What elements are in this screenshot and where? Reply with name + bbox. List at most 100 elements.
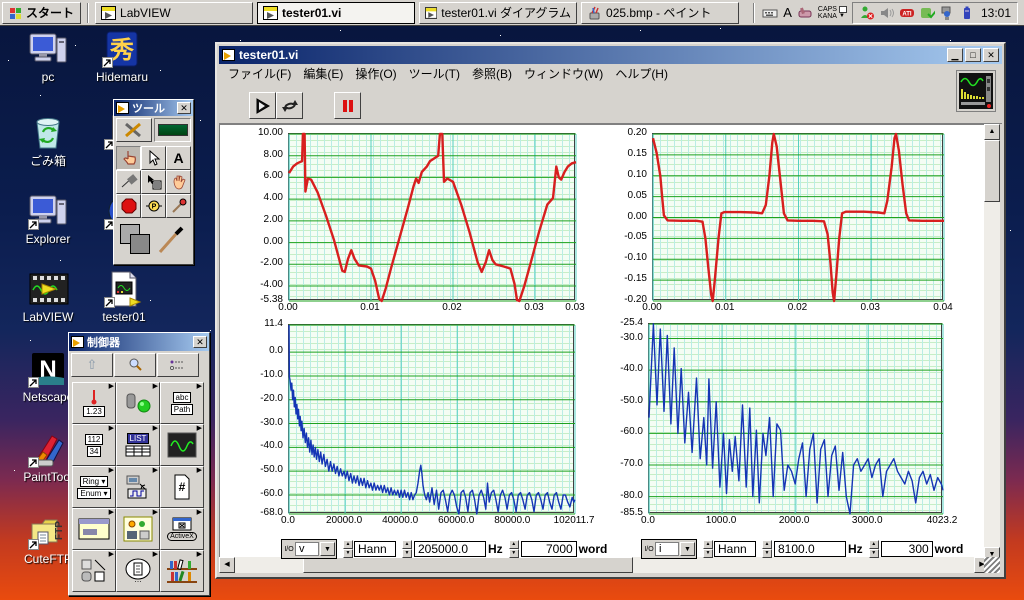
ati-icon[interactable]: ATI xyxy=(899,5,915,21)
menu-item-6[interactable]: ウィンドウ(W) xyxy=(519,63,608,84)
sample-rate-left[interactable]: 205000.0 xyxy=(414,541,486,557)
channel-value-right[interactable]: i xyxy=(655,542,679,556)
pcmcia-icon[interactable] xyxy=(919,5,935,21)
desktop-icon-explorer[interactable]: Explorer xyxy=(14,192,82,246)
task-button-4[interactable]: 025.bmp - ペイント xyxy=(581,1,740,24)
run-button[interactable] xyxy=(249,92,276,119)
containers-controls-button[interactable]: ▶ xyxy=(72,508,116,550)
probe-tool-button[interactable]: P xyxy=(141,194,166,218)
minimize-button[interactable]: ▁ xyxy=(947,48,963,62)
window-titlebar[interactable]: tester01.vi ▁ □ ✕ xyxy=(219,46,1002,64)
position-tool-button[interactable] xyxy=(141,146,166,170)
menu-item-5[interactable]: 参照(B) xyxy=(467,63,517,84)
classic-controls-button[interactable]: ▶ xyxy=(116,508,160,550)
window-spinner-right[interactable]: ▲ ▼ xyxy=(703,540,713,558)
maximize-button[interactable]: □ xyxy=(965,48,981,62)
y-tick-label: -5.38 xyxy=(260,294,283,305)
start-button[interactable]: スタート xyxy=(2,1,82,24)
channel-selector-left[interactable]: I/O v ▼ xyxy=(281,539,337,559)
channel-value-left[interactable]: v xyxy=(295,542,319,556)
color-copy-tool-button[interactable] xyxy=(166,194,191,218)
menu-item-4[interactable]: ツール(T) xyxy=(404,63,465,84)
scroll-left-button[interactable]: ◀ xyxy=(219,557,235,573)
task-button-1[interactable]: LabVIEW xyxy=(95,1,254,24)
pause-button[interactable] xyxy=(334,92,361,119)
graph-controls-button[interactable]: ▶ xyxy=(160,424,204,466)
select-control-button[interactable]: ▶ xyxy=(160,550,204,592)
menu-item-7[interactable]: ヘルプ(H) xyxy=(610,63,673,84)
sample-rate-right[interactable]: 8100.0 xyxy=(774,541,846,557)
ring-enum-controls-button[interactable]: ▶ Ring ▾ Enum ▾ xyxy=(72,466,116,508)
window-spinner-left[interactable]: ▲ ▼ xyxy=(343,540,353,558)
palette-search-button[interactable] xyxy=(114,353,156,377)
close-button[interactable]: ✕ xyxy=(983,48,999,62)
channel-dropdown-left[interactable]: ▼ xyxy=(320,542,335,556)
channel-selector-right[interactable]: I/O i ▼ xyxy=(641,539,697,559)
task-button-2[interactable]: tester01.vi xyxy=(257,1,416,24)
vertical-scrollbar[interactable]: ▲ ▼ xyxy=(984,124,1000,563)
desktop-icon-hidemaru[interactable]: 秀 Hidemaru xyxy=(88,30,156,84)
y-tick-label: 11.4 xyxy=(264,318,283,329)
tools-palette-close-button[interactable]: ✕ xyxy=(177,102,191,114)
user-controls-button[interactable]: ▶ … xyxy=(116,550,160,592)
rate-spinner-left[interactable]: ▲ ▼ xyxy=(402,540,412,558)
task-label: LabVIEW xyxy=(120,5,171,20)
volume-icon[interactable] xyxy=(879,5,895,21)
sample-count-right[interactable]: 300 xyxy=(880,541,933,557)
menu-item-3[interactable]: 操作(O) xyxy=(350,63,401,84)
label-tool-button[interactable]: A xyxy=(166,146,191,170)
scroll-up-button[interactable]: ▲ xyxy=(984,124,1000,140)
wire-tool-button[interactable] xyxy=(116,170,141,194)
auto-tool-button[interactable] xyxy=(116,118,152,142)
samples-spinner-left[interactable]: ▲ ▼ xyxy=(508,540,519,558)
run-continuous-button[interactable] xyxy=(276,92,303,119)
status-offline-icon[interactable] xyxy=(859,5,875,21)
refnum-controls-button[interactable]: ▶ # xyxy=(160,466,204,508)
controls-palette-titlebar[interactable]: 制御器 ✕ xyxy=(69,333,209,351)
numeric-controls-button[interactable]: ▶ 1.23 xyxy=(72,382,116,424)
vertical-scroll-thumb[interactable] xyxy=(984,140,1000,202)
samples-spinner-right[interactable]: ▲ ▼ xyxy=(868,540,879,558)
window-function-left[interactable]: Hann xyxy=(354,541,396,557)
battery-icon[interactable] xyxy=(959,5,975,21)
io-controls-button[interactable]: ▶ xyxy=(116,466,160,508)
desktop-icon-pc[interactable]: pc xyxy=(14,30,82,84)
array-cluster-controls-button[interactable]: ▶ 112 34 xyxy=(72,424,116,466)
palette-up-button[interactable]: ⇧ xyxy=(71,353,113,377)
sample-count-left[interactable]: 7000 xyxy=(520,541,577,557)
breakpoint-tool-button[interactable] xyxy=(116,194,141,218)
menu-tool-button[interactable] xyxy=(141,170,166,194)
activex-controls-button[interactable]: ▶ ActiveX xyxy=(160,508,204,550)
paintbrush-icon[interactable] xyxy=(156,224,186,256)
vi-icon[interactable] xyxy=(956,70,996,112)
taskbar-clock[interactable]: 13:01 xyxy=(979,6,1011,20)
desktop-icon--[interactable]: ごみ箱 xyxy=(14,112,82,169)
list-table-controls-button[interactable]: ▶ LIST xyxy=(116,424,160,466)
ime-palette-icon[interactable] xyxy=(797,5,813,21)
palette-options-button[interactable] xyxy=(157,353,199,377)
keyboard-icon[interactable] xyxy=(762,5,778,21)
task-button-3[interactable]: tester01.vi ダイアグラム xyxy=(419,1,578,24)
rate-spinner-right[interactable]: ▲ ▼ xyxy=(762,540,772,558)
window-function-right[interactable]: Hann xyxy=(714,541,756,557)
desktop-icon-tester01[interactable]: tester01 xyxy=(90,270,158,324)
background-color-swatch[interactable] xyxy=(130,234,150,254)
wrench-screwdriver-icon xyxy=(125,122,141,138)
scroll-tool-button[interactable] xyxy=(166,170,191,194)
channel-dropdown-right[interactable]: ▼ xyxy=(680,542,695,556)
resize-grip[interactable] xyxy=(984,557,1000,573)
controls-palette-close-button[interactable]: ✕ xyxy=(193,336,207,348)
ime-input-mode[interactable]: A xyxy=(783,5,792,20)
wire-spool-icon xyxy=(121,174,138,188)
boolean-controls-button[interactable]: ▶ xyxy=(116,382,160,424)
menu-item-1[interactable]: ファイル(F) xyxy=(223,63,296,84)
usb-device-icon[interactable] xyxy=(939,5,955,21)
caps-kana-indicator[interactable]: CAPS KANA ▼ xyxy=(818,5,847,20)
menu-item-2[interactable]: 編集(E) xyxy=(298,63,348,84)
tools-palette-titlebar[interactable]: ツール ✕ xyxy=(114,100,193,116)
string-controls-button[interactable]: ▶ abc Path xyxy=(160,382,204,424)
desktop-icon-labview[interactable]: LabVIEW xyxy=(14,270,82,324)
operate-tool-button[interactable] xyxy=(116,146,141,170)
decorations-controls-button[interactable]: ▶ xyxy=(72,550,116,592)
continuous-run-icon xyxy=(281,99,298,112)
